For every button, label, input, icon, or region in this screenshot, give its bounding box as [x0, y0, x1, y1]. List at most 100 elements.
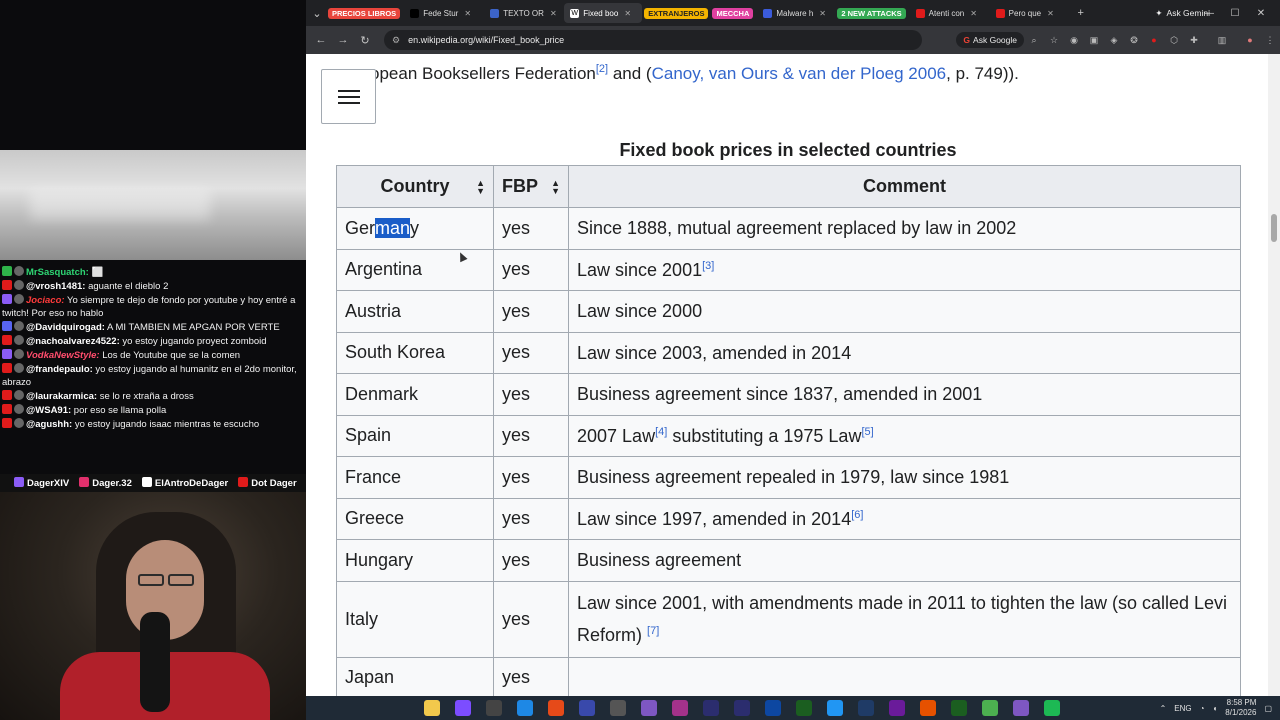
taskbar-app-icon[interactable] — [858, 700, 874, 716]
taskbar-app-icon[interactable] — [517, 700, 533, 716]
close-tab-icon[interactable]: ✕ — [550, 9, 557, 18]
chat-avatar — [14, 266, 24, 276]
menu-kebab-icon[interactable]: ⋮ — [1260, 30, 1280, 50]
close-tab-icon[interactable]: ✕ — [819, 9, 826, 18]
column-header-fbp[interactable]: FBP ▲ ▼ — [493, 165, 569, 208]
volume-icon[interactable]: ◖ — [1212, 704, 1217, 713]
extension-icon[interactable]: ▣ — [1084, 30, 1104, 50]
comment-text: 2007 Law — [577, 425, 656, 446]
tab-group-label[interactable]: PRECIOS LIBROS — [328, 7, 401, 19]
country-cell: Argentina — [336, 248, 494, 291]
browser-tab[interactable]: Malware h ✕ — [757, 3, 835, 23]
profile-avatar-icon[interactable]: ● — [1240, 30, 1260, 50]
extension-icon[interactable]: ❂ — [1124, 30, 1144, 50]
sort-icon[interactable]: ▲ ▼ — [551, 178, 560, 195]
clock[interactable]: 8:58 PM 8/1/2026 — [1225, 698, 1256, 718]
reference-link[interactable]: [3] — [702, 260, 714, 272]
chat-username: @vrosh1481: — [26, 281, 86, 292]
network-icon[interactable]: ◔ — [1200, 704, 1205, 713]
ask-google-button[interactable]: G Ask Google — [956, 32, 1024, 48]
fbp-text: yes — [502, 608, 531, 629]
language-indicator[interactable]: ENG — [1174, 704, 1191, 713]
extensions-puzzle-icon[interactable]: ✚ — [1184, 30, 1204, 50]
header-label: Comment — [862, 176, 946, 196]
taskbar-app-icon[interactable] — [548, 700, 564, 716]
browser-tab[interactable]: Atenti con ✕ — [910, 3, 988, 23]
taskbar-app-icon[interactable] — [951, 700, 967, 716]
forward-icon[interactable]: → — [332, 29, 354, 51]
taskbar-app-icon[interactable] — [641, 700, 657, 716]
maximize-icon[interactable]: ☐ — [1222, 8, 1248, 19]
tab-search-icon[interactable]: ⌄ — [306, 2, 328, 24]
column-header-country[interactable]: Country ▲ ▼ — [336, 165, 494, 208]
taskbar-app-icon[interactable] — [579, 700, 595, 716]
taskbar-app-icon[interactable] — [920, 700, 936, 716]
fbp-cell: yes — [493, 497, 569, 540]
table-row: Spain yes 2007 Law[4] substituting a 1975 … — [336, 414, 1241, 457]
taskbar-app-icon[interactable] — [455, 700, 471, 716]
reference-link[interactable]: [2] — [596, 63, 608, 75]
sort-icon[interactable]: ▲ ▼ — [476, 178, 485, 195]
notifications-icon[interactable]: ▢ — [1264, 704, 1272, 713]
taskbar-app-icon[interactable] — [796, 700, 812, 716]
bookmark-star-icon[interactable]: ☆ — [1044, 30, 1064, 50]
hamburger-icon-line — [337, 101, 360, 104]
zoom-icon[interactable]: ⌕ — [1024, 30, 1044, 50]
browser-tab[interactable]: Fede Stur ✕ — [404, 3, 482, 23]
extension-icon[interactable]: ● — [1144, 30, 1164, 50]
taskbar-app-icon[interactable] — [672, 700, 688, 716]
close-tab-icon[interactable]: ✕ — [1047, 9, 1054, 18]
tab-group-label[interactable]: 2 NEW ATTACKS — [837, 7, 906, 19]
reference-link[interactable]: [4] — [655, 426, 667, 438]
tray-chevron-icon[interactable]: ⌃ — [1160, 704, 1167, 713]
chat-text: se lo re xtraña a dross — [97, 391, 194, 402]
taskbar-app-icon[interactable] — [1013, 700, 1029, 716]
close-window-icon[interactable]: ✕ — [1248, 8, 1274, 19]
reference-link[interactable]: [6] — [851, 509, 863, 521]
extension-icon[interactable]: ⬡ — [1164, 30, 1184, 50]
table-row: Italy yes Law since 2001, with amendments … — [336, 580, 1241, 658]
country-text: Greece — [345, 508, 405, 529]
fbp-text: yes — [502, 259, 531, 280]
taskbar-app-icon[interactable] — [703, 700, 719, 716]
browser-tab[interactable]: Pero que ✕ — [990, 3, 1068, 23]
chat-message: @frandepaulo: yo estoy jugando al humani… — [2, 363, 304, 389]
tab-group-label[interactable]: MECCHA — [712, 7, 754, 19]
taskbar-app-icon[interactable] — [982, 700, 998, 716]
country-cell: Denmark — [336, 373, 494, 416]
social-label: Dager.32 — [92, 478, 132, 489]
new-tab-icon[interactable]: + — [1070, 2, 1092, 24]
taskbar-app-icon[interactable] — [1044, 700, 1060, 716]
scrollbar-thumb[interactable] — [1271, 214, 1277, 242]
fbp-cell: yes — [493, 456, 569, 499]
citation-link[interactable]: Canoy, van Ours & van der Ploeg 2006 — [652, 64, 947, 83]
side-panel-icon[interactable]: ▥ — [1212, 30, 1232, 50]
minimize-icon[interactable]: — — [1196, 8, 1222, 19]
browser-tab[interactable]: TEXTO OR ✕ — [484, 3, 562, 23]
taskbar-app-icon[interactable] — [765, 700, 781, 716]
close-tab-icon[interactable]: ✕ — [464, 9, 471, 18]
page-scrollbar[interactable] — [1268, 54, 1280, 696]
taskbar-app-icon[interactable] — [610, 700, 626, 716]
taskbar-app-icon[interactable] — [424, 700, 440, 716]
table-of-contents-button[interactable] — [321, 69, 376, 124]
close-tab-icon[interactable]: ✕ — [624, 9, 631, 18]
address-bar[interactable]: ⚙ en.wikipedia.org/wiki/Fixed_book_price — [384, 30, 923, 50]
taskbar-app-icon[interactable] — [889, 700, 905, 716]
site-info-icon[interactable]: ⚙ — [392, 35, 400, 46]
tab-group-label[interactable]: EXTRANJEROS — [644, 7, 709, 19]
reload-icon[interactable]: ↻ — [354, 29, 376, 51]
extension-icon[interactable]: ◈ — [1104, 30, 1124, 50]
taskbar-app-icon[interactable] — [486, 700, 502, 716]
close-tab-icon[interactable]: ✕ — [970, 9, 977, 18]
back-icon[interactable]: ← — [310, 29, 332, 51]
reference-link[interactable]: [5] — [861, 426, 873, 438]
extension-icon[interactable]: ◉ — [1064, 30, 1084, 50]
text-selection-highlight: man — [375, 217, 411, 238]
browser-tab[interactable]: W Fixed boo ✕ — [564, 3, 643, 23]
chat-avatar — [14, 349, 24, 359]
tab-bar: ⌄ PRECIOS LIBROS Fede Stur ✕ TEXTO OR ✕ W Fixe… — [306, 0, 1280, 26]
taskbar-app-icon[interactable] — [827, 700, 843, 716]
taskbar-app-icon[interactable] — [734, 700, 750, 716]
reference-link[interactable]: [7] — [647, 625, 659, 637]
